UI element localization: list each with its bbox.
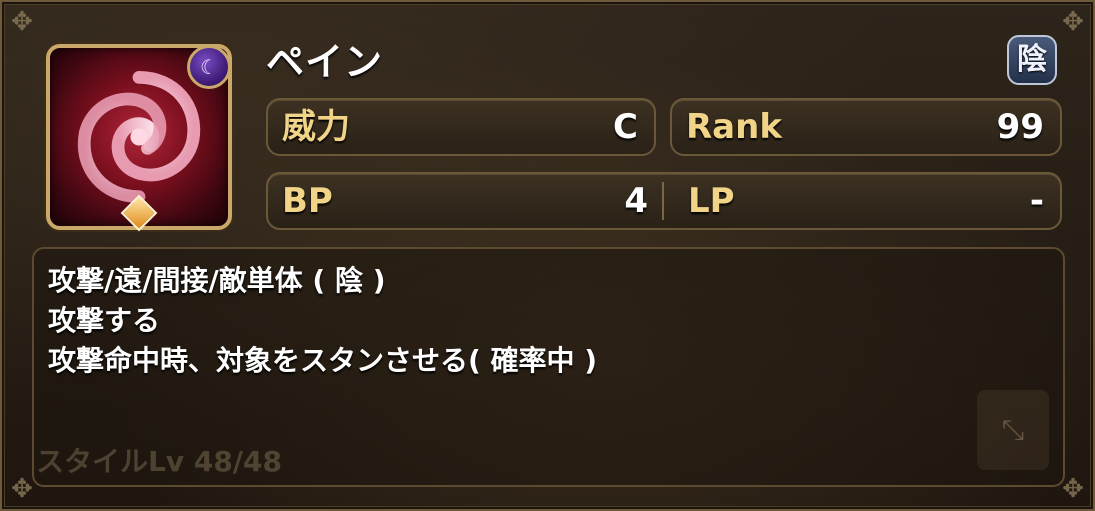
corner-ornament-icon: ✥ xyxy=(1062,7,1084,37)
rank-value: 99 xyxy=(996,107,1044,147)
corner-ornament-icon: ✥ xyxy=(11,7,33,37)
attribute-badge: 陰 xyxy=(1007,35,1057,85)
background-style-level: スタイルLv 48/48 xyxy=(36,445,282,478)
rank-label: Rank xyxy=(686,107,782,147)
description-line: 攻撃命中時、対象をスタンさせる( 確率中 ) xyxy=(48,344,598,377)
description-line: 攻撃/遠/間接/敵単体 ( 陰 ) xyxy=(48,264,386,297)
skill-detail-panel: ✥ ✥ ✥ ✥ ☾ ペイン 陰 威力 C Rank 99 BP 4 LP - 攻… xyxy=(0,0,1095,511)
description-line: 攻撃する xyxy=(48,304,161,337)
power-stat: 威力 C xyxy=(266,98,656,156)
skill-name: ペイン xyxy=(266,40,384,84)
power-label: 威力 xyxy=(282,107,350,147)
bp-value: 4 xyxy=(624,181,648,221)
bp-lp-stat: BP 4 LP - xyxy=(266,172,1062,230)
lp-label: LP xyxy=(688,181,735,221)
moon-icon: ☾ xyxy=(187,45,231,89)
lp-value: - xyxy=(1029,181,1044,221)
rank-stat: Rank 99 xyxy=(670,98,1062,156)
swirl-icon xyxy=(77,70,201,204)
bp-label: BP xyxy=(282,181,333,221)
background-expand-icon: ⤡ xyxy=(977,390,1049,470)
divider xyxy=(662,182,664,220)
power-value: C xyxy=(613,107,638,147)
